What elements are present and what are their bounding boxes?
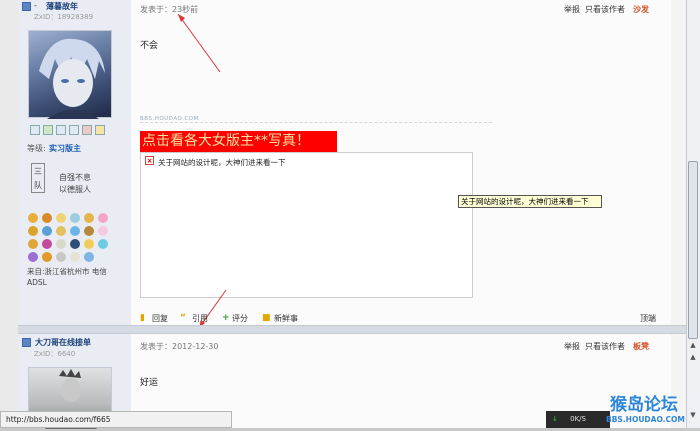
post-divider <box>18 325 686 334</box>
speed-readout: 0K/S <box>570 415 586 423</box>
quote-icon[interactable]: “ <box>180 313 186 323</box>
quote-link[interactable]: 引用 <box>192 313 208 324</box>
site-logo: 猴岛论坛 BBS.HOUDAO.COM <box>606 388 690 428</box>
rate-link[interactable]: 评分 <box>232 313 248 324</box>
post2-username[interactable]: 大刀哥在线接单 <box>35 337 91 348</box>
scroll-up-icon[interactable]: ▲ <box>688 340 698 350</box>
online-icon <box>22 338 31 347</box>
post2-floor-label[interactable]: 板凳 <box>633 341 649 352</box>
post2-report-link[interactable]: 举报 <box>564 341 580 352</box>
scrollbar-thumb[interactable] <box>688 161 698 339</box>
logo-url: BBS.HOUDAO.COM <box>606 415 685 424</box>
fresh-icon[interactable]: ■ <box>262 313 271 323</box>
network-speed-widget: ↓ 0K/S <box>546 411 610 428</box>
post2-only-author-link[interactable]: 只看该作者 <box>585 341 625 352</box>
post2-timestamp: 发表于：2012-12-30 <box>140 342 219 351</box>
fresh-link[interactable]: 新鲜事 <box>274 313 298 324</box>
reply-link[interactable]: 回复 <box>152 313 168 324</box>
download-arrow-icon: ↓ <box>552 415 558 423</box>
arrow-line <box>177 13 221 73</box>
arrow-head <box>178 14 185 22</box>
reply-icon[interactable]: ▮ <box>140 313 145 323</box>
post2-body: 好运 <box>140 378 159 388</box>
back-to-top-link[interactable]: 顶端 <box>640 313 656 324</box>
rate-icon[interactable]: + <box>222 313 230 323</box>
status-bar-url: http://bbs.houdao.com/f665 <box>0 411 232 428</box>
logo-text: 猴岛论坛 <box>610 395 678 415</box>
post2-uid: ZxID：6640 <box>34 350 76 358</box>
scroll-up-icon[interactable]: ▲ <box>688 352 698 362</box>
